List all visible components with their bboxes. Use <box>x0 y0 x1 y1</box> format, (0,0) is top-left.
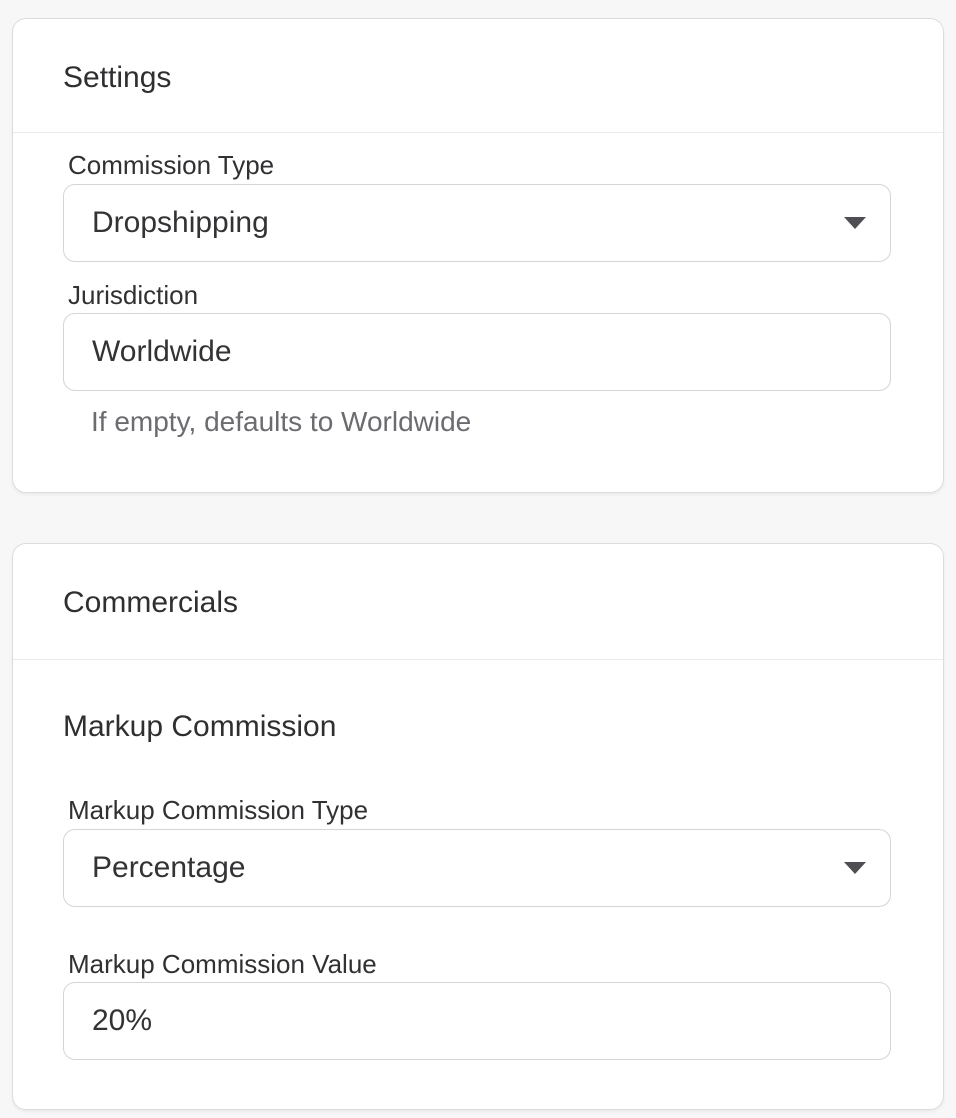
commission-type-selected-value: Dropshipping <box>92 206 269 240</box>
settings-card-body: Commission Type Dropshipping Jurisdictio… <box>13 149 943 492</box>
settings-card: Settings Commission Type Dropshipping Ju… <box>12 18 944 493</box>
caret-down-icon <box>844 217 866 229</box>
markup-commission-value-input[interactable] <box>63 982 891 1060</box>
markup-commission-value-label: Markup Commission Value <box>68 948 891 980</box>
commission-type-label: Commission Type <box>68 149 891 181</box>
jurisdiction-label: Jurisdiction <box>68 279 891 311</box>
markup-commission-heading: Markup Commission <box>63 708 891 746</box>
caret-down-icon <box>844 862 866 874</box>
settings-card-header: Settings <box>13 19 943 133</box>
commercials-card-body: Markup Commission Markup Commission Type… <box>13 708 943 1109</box>
markup-commission-type-selected-value: Percentage <box>92 851 245 885</box>
commercials-card-title: Commercials <box>63 584 893 622</box>
commercials-card-header: Commercials <box>13 544 943 660</box>
markup-commission-type-label: Markup Commission Type <box>68 794 891 826</box>
commission-type-select[interactable]: Dropshipping <box>63 184 891 262</box>
settings-card-title: Settings <box>63 59 893 97</box>
markup-commission-type-select[interactable]: Percentage <box>63 829 891 907</box>
commercials-card: Commercials Markup Commission Markup Com… <box>12 543 944 1110</box>
jurisdiction-helper-text: If empty, defaults to Worldwide <box>63 407 891 437</box>
jurisdiction-input[interactable] <box>63 313 891 391</box>
